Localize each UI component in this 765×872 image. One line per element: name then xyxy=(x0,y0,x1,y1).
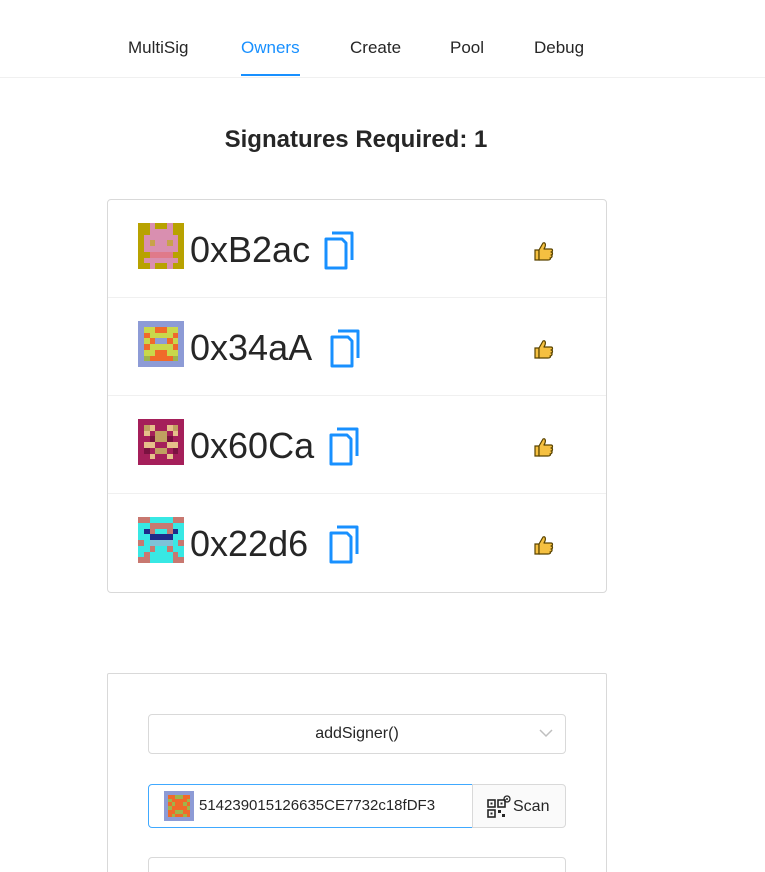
page-title: Signatures Required: 1 xyxy=(224,126,488,153)
address-input[interactable]: 514239015126635CE7732c18fDF3 xyxy=(148,784,473,828)
active-tab-underline xyxy=(241,74,300,76)
tab-debug[interactable]: Debug xyxy=(534,36,584,60)
thumbs-up-icon[interactable] xyxy=(533,240,555,262)
copy-icon[interactable] xyxy=(322,230,356,270)
owner-address: 0xB2ac xyxy=(190,229,311,270)
list-item: 0xB2ac xyxy=(108,200,606,298)
transaction-form: addSigner() 514239015126635CE7732c18fDF3… xyxy=(107,673,607,872)
method-select[interactable]: addSigner() xyxy=(148,714,566,754)
address-input-value: 514239015126635CE7732c18fDF3 xyxy=(199,797,436,814)
top-nav: MultiSig Owners Create Pool Debug xyxy=(0,0,765,78)
owner-list: 0xB2ac 0x34aA 0x60Ca 0x22d6 xyxy=(107,199,607,593)
copy-icon[interactable] xyxy=(327,524,361,564)
copy-icon[interactable] xyxy=(327,426,361,466)
owner-address: 0x22d6 xyxy=(190,523,309,564)
tab-pool[interactable]: Pool xyxy=(450,36,484,60)
scan-button[interactable]: Scan xyxy=(472,784,566,828)
avatar xyxy=(138,321,184,367)
owner-address: 0x60Ca xyxy=(190,425,315,466)
scan-button-label: Scan xyxy=(513,798,550,815)
list-item: 0x60Ca xyxy=(108,396,606,494)
copy-icon[interactable] xyxy=(328,328,362,368)
chevron-down-icon xyxy=(539,729,553,738)
tab-create[interactable]: Create xyxy=(350,36,401,60)
tab-owners[interactable]: Owners xyxy=(241,36,300,60)
qrcode-scan-icon xyxy=(487,795,511,818)
thumbs-up-icon[interactable] xyxy=(533,436,555,458)
list-item: 0x34aA xyxy=(108,298,606,396)
thumbs-up-icon[interactable] xyxy=(533,338,555,360)
tab-multisig[interactable]: MultiSig xyxy=(128,36,188,60)
avatar xyxy=(164,791,194,821)
method-select-value: addSigner() xyxy=(315,725,399,742)
list-item: 0x22d6 xyxy=(108,494,606,592)
value-input[interactable] xyxy=(148,857,566,872)
owner-address: 0x34aA xyxy=(190,327,313,368)
thumbs-up-icon[interactable] xyxy=(533,534,555,556)
avatar xyxy=(138,419,184,465)
avatar xyxy=(138,517,184,563)
avatar xyxy=(138,223,184,269)
